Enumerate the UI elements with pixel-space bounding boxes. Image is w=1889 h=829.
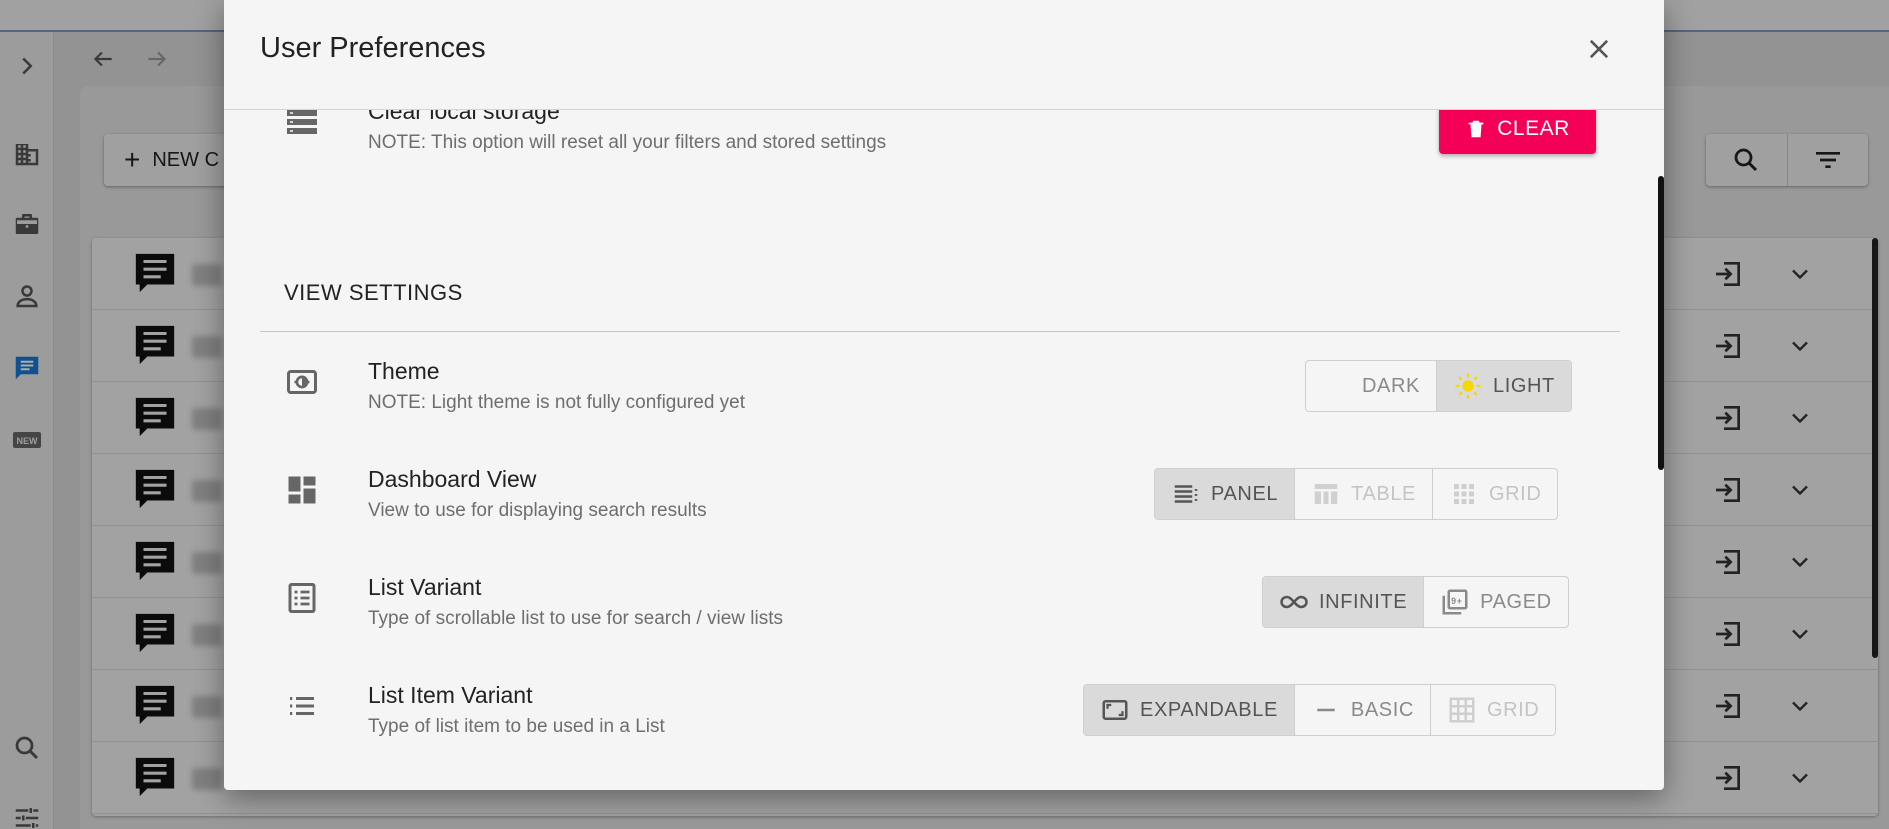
panel-lines-icon bbox=[1174, 485, 1198, 503]
grid-dots-icon bbox=[1453, 484, 1474, 504]
toggle-label: GRID bbox=[1486, 698, 1540, 721]
trash-icon bbox=[1468, 120, 1484, 138]
toggle-label: DARK bbox=[1362, 374, 1420, 397]
dashboard-panel-option[interactable]: PANEL bbox=[1155, 469, 1295, 519]
section-divider bbox=[260, 331, 1620, 332]
dashboard-table-option[interactable]: TABLE bbox=[1294, 469, 1432, 519]
minus-icon bbox=[1317, 708, 1335, 712]
dashboard-grid-option[interactable]: GRID bbox=[1431, 469, 1557, 519]
aspect-ratio-icon bbox=[1102, 700, 1128, 720]
close-button[interactable] bbox=[1576, 26, 1622, 72]
list-variant-toggle-group: INFINITE 9+ PAGED bbox=[1262, 576, 1569, 628]
view-settings-heading: VIEW SETTINGS bbox=[284, 280, 463, 305]
dashboard-icon bbox=[288, 476, 316, 504]
toggle-label: PAGED bbox=[1480, 590, 1552, 613]
clear-storage-button[interactable]: CLEAR bbox=[1439, 110, 1596, 154]
setting-description: NOTE: Light theme is not fully configure… bbox=[368, 392, 746, 413]
user-preferences-dialog: User Preferences Clear local storage NOT… bbox=[224, 0, 1664, 790]
setting-title: List Variant bbox=[368, 574, 482, 600]
toggle-label: LIGHT bbox=[1492, 374, 1555, 397]
setting-description: NOTE: This option will reset all your fi… bbox=[368, 132, 887, 153]
toggle-label: TABLE bbox=[1351, 482, 1416, 505]
filter-9-plus-icon: 9+ bbox=[1442, 589, 1468, 615]
toggle-label: PANEL bbox=[1211, 482, 1279, 505]
dialog-scrollbar[interactable] bbox=[1658, 176, 1664, 470]
grid-icon bbox=[1449, 697, 1475, 723]
dialog-title: User Preferences bbox=[260, 32, 486, 64]
toggle-label: INFINITE bbox=[1319, 590, 1408, 613]
setting-title: Clear local storage bbox=[368, 110, 560, 124]
list-item-grid-option[interactable]: GRID bbox=[1429, 685, 1555, 735]
setting-clear-storage: Clear local storage NOTE: This option wi… bbox=[260, 110, 1630, 188]
list-item-basic-option[interactable]: BASIC bbox=[1293, 685, 1430, 735]
list-item-variant-toggle-group: EXPANDABLE BASIC GRID bbox=[1083, 684, 1557, 736]
list-alt-icon bbox=[288, 583, 316, 613]
setting-description: Type of list item to be used in a List bbox=[368, 716, 665, 737]
list-item-expandable-option[interactable]: EXPANDABLE bbox=[1084, 685, 1294, 735]
setting-title: Dashboard View bbox=[368, 466, 537, 492]
setting-title: Theme bbox=[368, 358, 440, 384]
toggle-label: BASIC bbox=[1350, 698, 1414, 721]
format-list-icon bbox=[290, 697, 314, 715]
theme-dark-option[interactable]: DARK bbox=[1306, 361, 1436, 411]
dialog-header: User Preferences bbox=[224, 0, 1664, 110]
table-icon bbox=[1314, 484, 1338, 504]
infinity-icon bbox=[1280, 595, 1308, 609]
moon-icon bbox=[1333, 374, 1345, 398]
setting-description: Type of scrollable list to use for searc… bbox=[368, 608, 783, 629]
storage-icon bbox=[287, 110, 317, 134]
sun-icon bbox=[1455, 373, 1481, 399]
theme-toggle-group: DARK LIGHT bbox=[1305, 360, 1572, 412]
close-icon bbox=[1589, 39, 1609, 59]
list-infinite-option[interactable]: INFINITE bbox=[1263, 577, 1424, 627]
toggle-label: EXPANDABLE bbox=[1140, 698, 1278, 721]
svg-text:9+: 9+ bbox=[1451, 596, 1462, 606]
clear-button-label: CLEAR bbox=[1497, 117, 1570, 140]
toggle-label: GRID bbox=[1488, 482, 1542, 505]
theme-icon bbox=[287, 370, 317, 394]
list-paged-option[interactable]: 9+ PAGED bbox=[1423, 577, 1568, 627]
dialog-body: Clear local storage NOTE: This option wi… bbox=[224, 110, 1664, 790]
setting-description: View to use for displaying search result… bbox=[368, 500, 707, 521]
dashboard-toggle-group: PANEL TABLE GRID bbox=[1154, 468, 1559, 520]
theme-light-option[interactable]: LIGHT bbox=[1435, 361, 1571, 411]
setting-title: List Item Variant bbox=[368, 682, 533, 708]
